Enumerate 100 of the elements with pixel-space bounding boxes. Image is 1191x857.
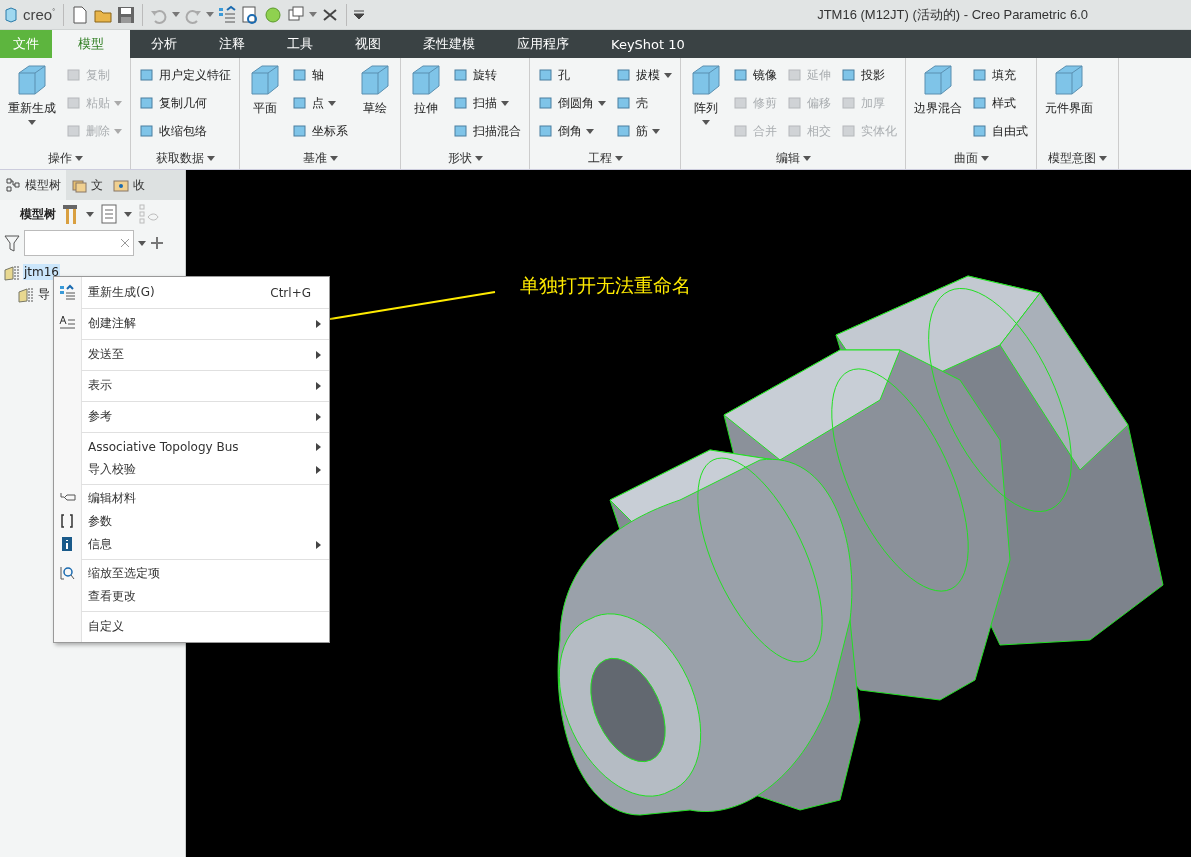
ribbon-button[interactable]: 样式 <box>969 89 1031 117</box>
search-field[interactable] <box>24 230 134 256</box>
ribbon-tab[interactable]: 柔性建模 <box>402 30 496 58</box>
dropdown-caret-icon[interactable] <box>138 240 146 246</box>
filter-icon[interactable] <box>4 234 20 252</box>
group-menu-button[interactable]: 形状 <box>406 147 524 169</box>
menu-item[interactable]: 发送至 <box>54 342 329 367</box>
part-icon <box>3 263 21 281</box>
ribbon-tab[interactable]: 应用程序 <box>496 30 590 58</box>
ribbon-button[interactable]: 倒圆角 <box>535 89 609 117</box>
group-menu-button[interactable]: 获取数据 <box>136 147 234 169</box>
menu-item[interactable]: 缩放至选定项 <box>54 562 329 585</box>
menu-item[interactable]: Associative Topology Bus <box>54 435 329 458</box>
ribbon-tab[interactable]: 注释 <box>198 30 266 58</box>
ribbon-button[interactable]: 平面 <box>245 61 285 147</box>
feature-icon <box>689 63 723 97</box>
tree-item[interactable]: jtm16 <box>23 264 60 280</box>
dropdown-caret-icon[interactable] <box>86 211 94 217</box>
group-menu-button[interactable]: 基准 <box>245 147 395 169</box>
ribbon-button[interactable]: 孔 <box>535 61 609 89</box>
group-menu-button[interactable]: 模型意图 <box>1042 147 1113 169</box>
ribbon-button[interactable]: 元件界面 <box>1042 61 1096 147</box>
list-icon[interactable] <box>100 203 118 225</box>
caret-icon <box>598 100 606 106</box>
ribbon-button[interactable]: 坐标系 <box>289 117 351 145</box>
ribbon-button[interactable]: 草绘 <box>355 61 395 147</box>
ribbon-button[interactable]: 阵列 <box>686 61 726 147</box>
panel-label: 模型树 <box>20 205 56 223</box>
feature-icon <box>139 95 155 111</box>
group-menu-button[interactable]: 操作 <box>5 147 125 169</box>
feature-icon <box>787 95 803 111</box>
folder-icon <box>71 177 87 193</box>
ribbon-tab[interactable]: 工具 <box>266 30 334 58</box>
caret-icon <box>474 155 483 161</box>
menu-item[interactable]: 表示 <box>54 373 329 398</box>
ribbon-button[interactable]: 边界混合 <box>911 61 965 147</box>
dropdown-caret-icon[interactable] <box>206 12 214 17</box>
regenerate-icon[interactable] <box>217 4 237 25</box>
ribbon-button[interactable]: 点 <box>289 89 351 117</box>
part-icon <box>17 285 35 303</box>
ribbon-button[interactable]: 倒角 <box>535 117 609 145</box>
ribbon-button[interactable]: 投影 <box>838 61 900 89</box>
ribbon-button[interactable]: 镜像 <box>730 61 780 89</box>
menu-item[interactable]: 信息 <box>54 533 329 556</box>
caret-icon <box>652 128 660 134</box>
feature-icon <box>453 67 469 83</box>
feature-icon <box>409 63 443 97</box>
ribbon-button[interactable]: 收缩包络 <box>136 117 234 145</box>
menu-item[interactable]: 重新生成(G) Ctrl+G <box>54 280 329 305</box>
ribbon-tab[interactable]: 模型 <box>52 30 130 58</box>
menu-item[interactable]: 参考 <box>54 404 329 429</box>
new-file-icon[interactable] <box>70 4 90 25</box>
group-menu-button[interactable]: 曲面 <box>911 147 1031 169</box>
caret-icon <box>664 72 672 78</box>
submenu-arrow-icon <box>316 381 321 390</box>
ribbon-tab[interactable]: KeyShot 10 <box>590 30 706 58</box>
menu-item[interactable]: 编辑材料 <box>54 487 329 510</box>
group-menu-button[interactable]: 工程 <box>535 147 675 169</box>
ribbon-button[interactable]: 重新生成 <box>5 61 59 147</box>
feature-icon <box>841 95 857 111</box>
dropdown-caret-icon[interactable] <box>124 211 132 217</box>
ribbon-button[interactable]: 旋转 <box>450 61 524 89</box>
customize-toolbar-icon[interactable] <box>353 9 365 20</box>
tools-icon[interactable] <box>62 203 80 225</box>
caret-icon <box>28 120 36 125</box>
menu-item[interactable]: 创建注解 <box>54 311 329 336</box>
submenu-arrow-icon <box>316 412 321 421</box>
ribbon-button[interactable]: 拉伸 <box>406 61 446 147</box>
feature-icon <box>733 95 749 111</box>
feature-icon <box>1052 63 1086 97</box>
zoom-icon <box>59 565 76 582</box>
ribbon-button[interactable]: 扫描 <box>450 89 524 117</box>
ribbon-button[interactable]: 轴 <box>289 61 351 89</box>
panel-tab[interactable]: 收 <box>108 170 150 200</box>
menu-item[interactable]: 参数 <box>54 510 329 533</box>
ribbon-tab[interactable]: 分析 <box>130 30 198 58</box>
dropdown-caret-icon[interactable] <box>309 12 317 17</box>
menu-item[interactable]: 自定义 <box>54 614 329 639</box>
ribbon-button[interactable]: 复制几何 <box>136 89 234 117</box>
ribbon-button[interactable]: 用户定义特征 <box>136 61 234 89</box>
ribbon-button[interactable]: 填充 <box>969 61 1031 89</box>
add-icon[interactable] <box>150 236 164 250</box>
panel-tab[interactable]: 文 <box>66 170 108 200</box>
tree-item[interactable]: 导 <box>37 284 51 304</box>
menu-item[interactable]: 导入校验 <box>54 458 329 481</box>
caret-icon <box>114 100 122 106</box>
menu-item[interactable]: 查看更改 <box>54 585 329 608</box>
ribbon-tab[interactable]: 视图 <box>334 30 402 58</box>
ribbon-button[interactable]: 自由式 <box>969 117 1031 145</box>
ribbon-button[interactable]: 扫描混合 <box>450 117 524 145</box>
save-icon[interactable] <box>116 4 136 25</box>
window-search-icon[interactable] <box>240 4 260 25</box>
ribbon-button[interactable]: 筋 <box>613 117 675 145</box>
group-menu-button[interactable]: 编辑 <box>686 147 900 169</box>
panel-tab[interactable]: 模型树 <box>0 170 66 200</box>
clear-icon[interactable] <box>120 238 130 248</box>
ribbon-button[interactable]: 拔模 <box>613 61 675 89</box>
dropdown-caret-icon[interactable] <box>172 12 180 17</box>
ribbon-button[interactable]: 壳 <box>613 89 675 117</box>
feature-icon <box>787 67 803 83</box>
